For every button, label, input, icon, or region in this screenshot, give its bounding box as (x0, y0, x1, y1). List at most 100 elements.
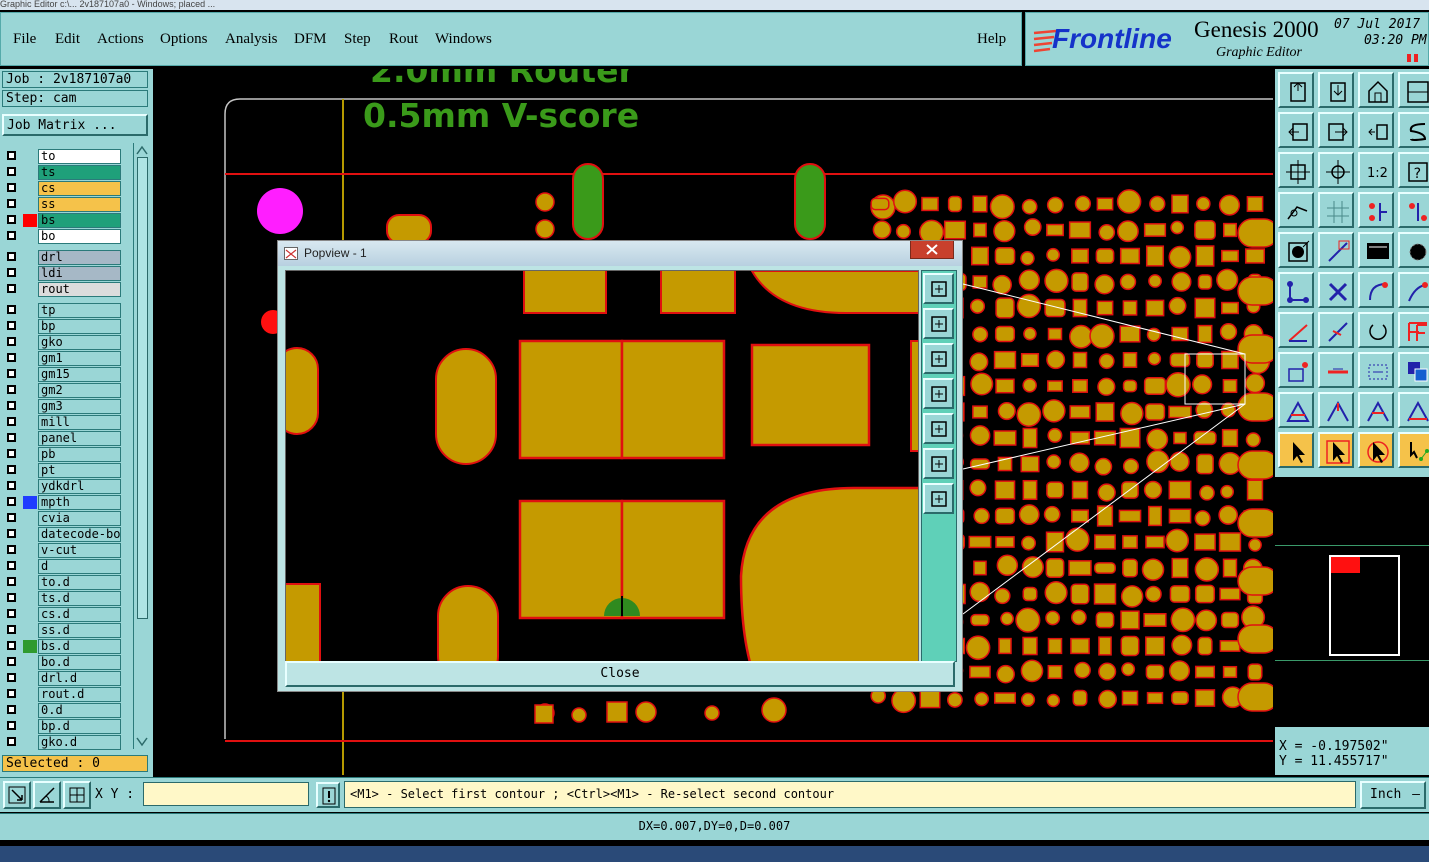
pan-left-button[interactable] (1278, 112, 1314, 148)
select-net-button[interactable] (1398, 432, 1429, 468)
layer-row-datecode-bo[interactable]: datecode-bo (3, 527, 121, 542)
layer-name[interactable]: to.d (38, 575, 121, 590)
layer-name[interactable]: rout.d (38, 687, 121, 702)
layer-name[interactable]: bo.d (38, 655, 121, 670)
add-dot-button[interactable] (1398, 232, 1429, 268)
layer-checkbox[interactable] (7, 305, 16, 314)
draw-line-button[interactable] (1278, 312, 1314, 348)
layer-name[interactable]: pb (38, 447, 121, 462)
popview-canvas[interactable] (285, 270, 919, 662)
layer-row-v-cut[interactable]: v-cut (3, 543, 121, 558)
overview-panel[interactable] (1275, 477, 1429, 727)
layer-row-ts.d[interactable]: ts.d (3, 591, 121, 606)
layer-row-cs[interactable]: cs (3, 181, 121, 196)
cut-line-button[interactable] (1318, 312, 1354, 348)
layer-row-to.d[interactable]: to.d (3, 575, 121, 590)
layer-row-bs[interactable]: bs (3, 213, 121, 228)
layer-checkbox[interactable] (7, 167, 16, 176)
menu-edit[interactable]: Edit (55, 31, 80, 48)
layer-row-to[interactable]: to (3, 149, 121, 164)
add-line-button[interactable] (1318, 232, 1354, 268)
layer-name[interactable]: bo (38, 229, 121, 244)
layer-row-bo.d[interactable]: bo.d (3, 655, 121, 670)
layer-name[interactable]: drl (38, 250, 121, 265)
triangle-a-button[interactable] (1278, 392, 1314, 428)
menu-help[interactable]: Help (977, 31, 1006, 48)
rotate-button[interactable] (1358, 312, 1394, 348)
layer-name[interactable]: ss (38, 197, 121, 212)
layer-name[interactable]: cs (38, 181, 121, 196)
layer-name[interactable]: tp (38, 303, 121, 318)
xy-input[interactable] (143, 782, 309, 806)
layer-row-drl.d[interactable]: drl.d (3, 671, 121, 686)
layer-name[interactable]: ss.d (38, 623, 121, 638)
layer-checkbox[interactable] (7, 673, 16, 682)
menu-dfm[interactable]: DFM (294, 31, 327, 48)
layer-row-mpth[interactable]: mpth (3, 495, 121, 510)
layer-checkbox[interactable] (7, 385, 16, 394)
menu-step[interactable]: Step (344, 31, 371, 48)
pause-icon[interactable] (1406, 53, 1420, 63)
popview-close-x-button[interactable] (910, 241, 954, 259)
net-deselect-button[interactable] (1398, 192, 1429, 228)
layer-checkbox[interactable] (7, 401, 16, 410)
layer-checkbox[interactable] (7, 417, 16, 426)
layer-checkbox[interactable] (7, 689, 16, 698)
layer-checkbox[interactable] (7, 641, 16, 650)
net-select-button[interactable] (1358, 192, 1394, 228)
layer-name[interactable]: cs.d (38, 607, 121, 622)
move-arc-button[interactable] (1398, 272, 1429, 308)
units-select[interactable]: Inch – (1360, 781, 1426, 809)
pop-zoom-fit-button[interactable] (923, 448, 954, 479)
pop-pan-down-button[interactable] (923, 343, 954, 374)
layer-name[interactable]: 0.d (38, 703, 121, 718)
layer-checkbox[interactable] (7, 609, 16, 618)
layer-name[interactable]: bp (38, 319, 121, 334)
menu-analysis[interactable]: Analysis (225, 31, 278, 48)
layer-name[interactable]: ydkdrl (38, 479, 121, 494)
layer-name[interactable]: d (38, 559, 121, 574)
zoom-box-button[interactable] (1358, 352, 1394, 388)
scroll-thumb[interactable] (137, 157, 148, 619)
pan-down-button[interactable] (1318, 72, 1354, 108)
layer-checkbox[interactable] (7, 561, 16, 570)
layer-row-0.d[interactable]: 0.d (3, 703, 121, 718)
layer-name[interactable]: gm3 (38, 399, 121, 414)
pop-zoom-window-button[interactable] (923, 273, 954, 304)
layer-checkbox[interactable] (7, 268, 16, 277)
layer-checkbox[interactable] (7, 657, 16, 666)
layer-checkbox[interactable] (7, 199, 16, 208)
layer-checkbox[interactable] (7, 497, 16, 506)
layer-name[interactable]: gm1 (38, 351, 121, 366)
grid-button[interactable] (1318, 192, 1354, 228)
scroll-up-icon[interactable] (136, 145, 148, 155)
layer-name[interactable]: v-cut (38, 543, 121, 558)
layer-name[interactable]: gko (38, 335, 121, 350)
measure-button[interactable] (33, 781, 61, 809)
layer-row-pb[interactable]: pb (3, 447, 121, 462)
connect-button[interactable] (1278, 272, 1314, 308)
layer-row-ts[interactable]: ts (3, 165, 121, 180)
layer-row-ydkdrl[interactable]: ydkdrl (3, 479, 121, 494)
layer-checkbox[interactable] (7, 151, 16, 160)
alert-button[interactable] (316, 782, 340, 808)
layer-name[interactable]: bs.d (38, 639, 121, 654)
zoom-fit-button[interactable] (1278, 152, 1314, 188)
layer-row-ldi[interactable]: ldi (3, 266, 121, 281)
menu-options[interactable]: Options (160, 31, 208, 48)
layer-row-d[interactable]: d (3, 559, 121, 574)
snap-button[interactable] (63, 781, 91, 809)
layer-checkbox[interactable] (7, 529, 16, 538)
layer-checkbox[interactable] (7, 449, 16, 458)
layer-name[interactable]: mpth (38, 495, 121, 510)
layer-checkbox[interactable] (7, 433, 16, 442)
menu-file[interactable]: File (13, 31, 36, 48)
layers-button[interactable] (1398, 352, 1429, 388)
layer-row-gm3[interactable]: gm3 (3, 399, 121, 414)
layer-row-ss.d[interactable]: ss.d (3, 623, 121, 638)
layer-row-rout[interactable]: rout (3, 282, 121, 297)
scale-1-2-button[interactable]: 1:2 (1358, 152, 1394, 188)
layer-checkbox[interactable] (7, 215, 16, 224)
layer-row-cvia[interactable]: cvia (3, 511, 121, 526)
layer-name[interactable]: ts (38, 165, 121, 180)
